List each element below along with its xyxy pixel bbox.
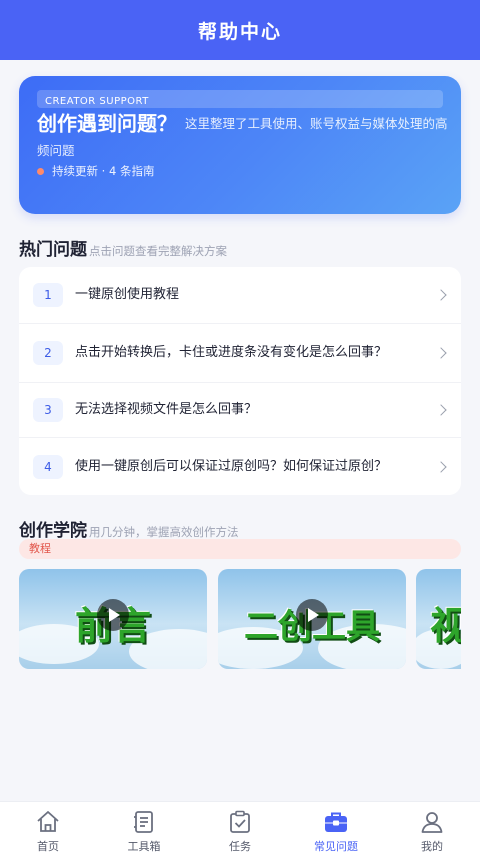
tab-label: 工具箱 [127, 840, 161, 853]
faq-section-header: 热门问题 点击问题查看完整解决方案 [19, 235, 227, 260]
faq-number: 1 [33, 283, 63, 307]
support-banner: CREATOR SUPPORT 创作遇到问题？ 这里整理了工具使用、账号权益与媒体… [19, 76, 461, 214]
task-icon [230, 810, 250, 833]
play-icon[interactable] [97, 599, 129, 631]
video-carousel[interactable]: 前言 二创工具 视 [19, 569, 461, 669]
faq-section-subtitle: 点击问题查看完整解决方案 [89, 244, 227, 258]
faq-item-1[interactable]: 1 一键原创使用教程 [19, 267, 461, 323]
faq-icon [325, 812, 347, 832]
faq-item-4[interactable]: 4 使用一键原创后可以保证过原创吗？如何保证过原创？ [19, 437, 461, 495]
bottom-tab-bar: 首页 工具箱 任务 常见问题 我的 [0, 801, 480, 854]
faq-number: 4 [33, 454, 63, 479]
faq-section-title: 热门问题 [19, 240, 87, 260]
chevron-right-icon [435, 404, 447, 416]
chevron-right-icon [435, 289, 447, 301]
toolbox-icon [134, 811, 153, 833]
tab-home[interactable]: 首页 [0, 802, 96, 854]
tab-label: 常见问题 [314, 840, 358, 853]
faq-item-2[interactable]: 2 点击开始转换后，卡住或进度条没有变化是怎么回事？ [19, 323, 461, 382]
play-icon[interactable] [296, 599, 328, 631]
video-card-1[interactable]: 前言 [19, 569, 207, 669]
top-nav-bar: 帮助中心 [0, 0, 480, 60]
tab-tasks[interactable]: 任务 [192, 802, 288, 854]
tab-faq[interactable]: 常见问题 [288, 802, 384, 854]
user-icon [421, 812, 443, 833]
chevron-right-icon [435, 460, 447, 473]
status-dot-icon [37, 167, 44, 175]
video-title: 视 [430, 604, 461, 648]
banner-badge: CREATOR SUPPORT [37, 90, 443, 108]
banner-title: 创作遇到问题？ [37, 111, 177, 136]
video-card-2[interactable]: 二创工具 [218, 569, 406, 669]
academy-section-header: 创作学院 用几分钟，掌握高效创作方法 [19, 516, 239, 541]
faq-question: 点击开始转换后，卡住或进度条没有变化是怎么回事？ [75, 345, 388, 360]
tab-toolbox[interactable]: 工具箱 [96, 802, 192, 854]
tab-label: 任务 [229, 840, 251, 853]
banner-meta-text: 持续更新 · 4 条指南 [52, 164, 155, 178]
home-icon [37, 811, 59, 832]
faq-number: 3 [33, 398, 63, 422]
tab-label: 我的 [421, 840, 443, 853]
chevron-right-icon [435, 347, 447, 359]
faq-list: 1 一键原创使用教程 2 点击开始转换后，卡住或进度条没有变化是怎么回事？ 3 … [19, 267, 461, 495]
faq-item-3[interactable]: 3 无法选择视频文件是怎么回事？ [19, 382, 461, 437]
faq-question: 一键原创使用教程 [75, 287, 180, 302]
faq-question: 无法选择视频文件是怎么回事？ [75, 402, 258, 417]
tab-label: 首页 [37, 840, 59, 853]
tab-profile[interactable]: 我的 [384, 802, 480, 854]
page-title: 帮助中心 [197, 20, 282, 43]
banner-text: 创作遇到问题？ 这里整理了工具使用、账号权益与媒体处理的高频问题 [37, 110, 449, 164]
banner-meta: 持续更新 · 4 条指南 [37, 163, 154, 179]
academy-section-title: 创作学院 [19, 521, 87, 541]
tutorial-tag[interactable]: 教程 [19, 539, 461, 559]
academy-section-subtitle: 用几分钟，掌握高效创作方法 [89, 525, 239, 539]
faq-number: 2 [33, 341, 63, 365]
video-card-3[interactable]: 视 [416, 569, 461, 669]
faq-question: 使用一键原创后可以保证过原创吗？如何保证过原创？ [75, 458, 388, 474]
